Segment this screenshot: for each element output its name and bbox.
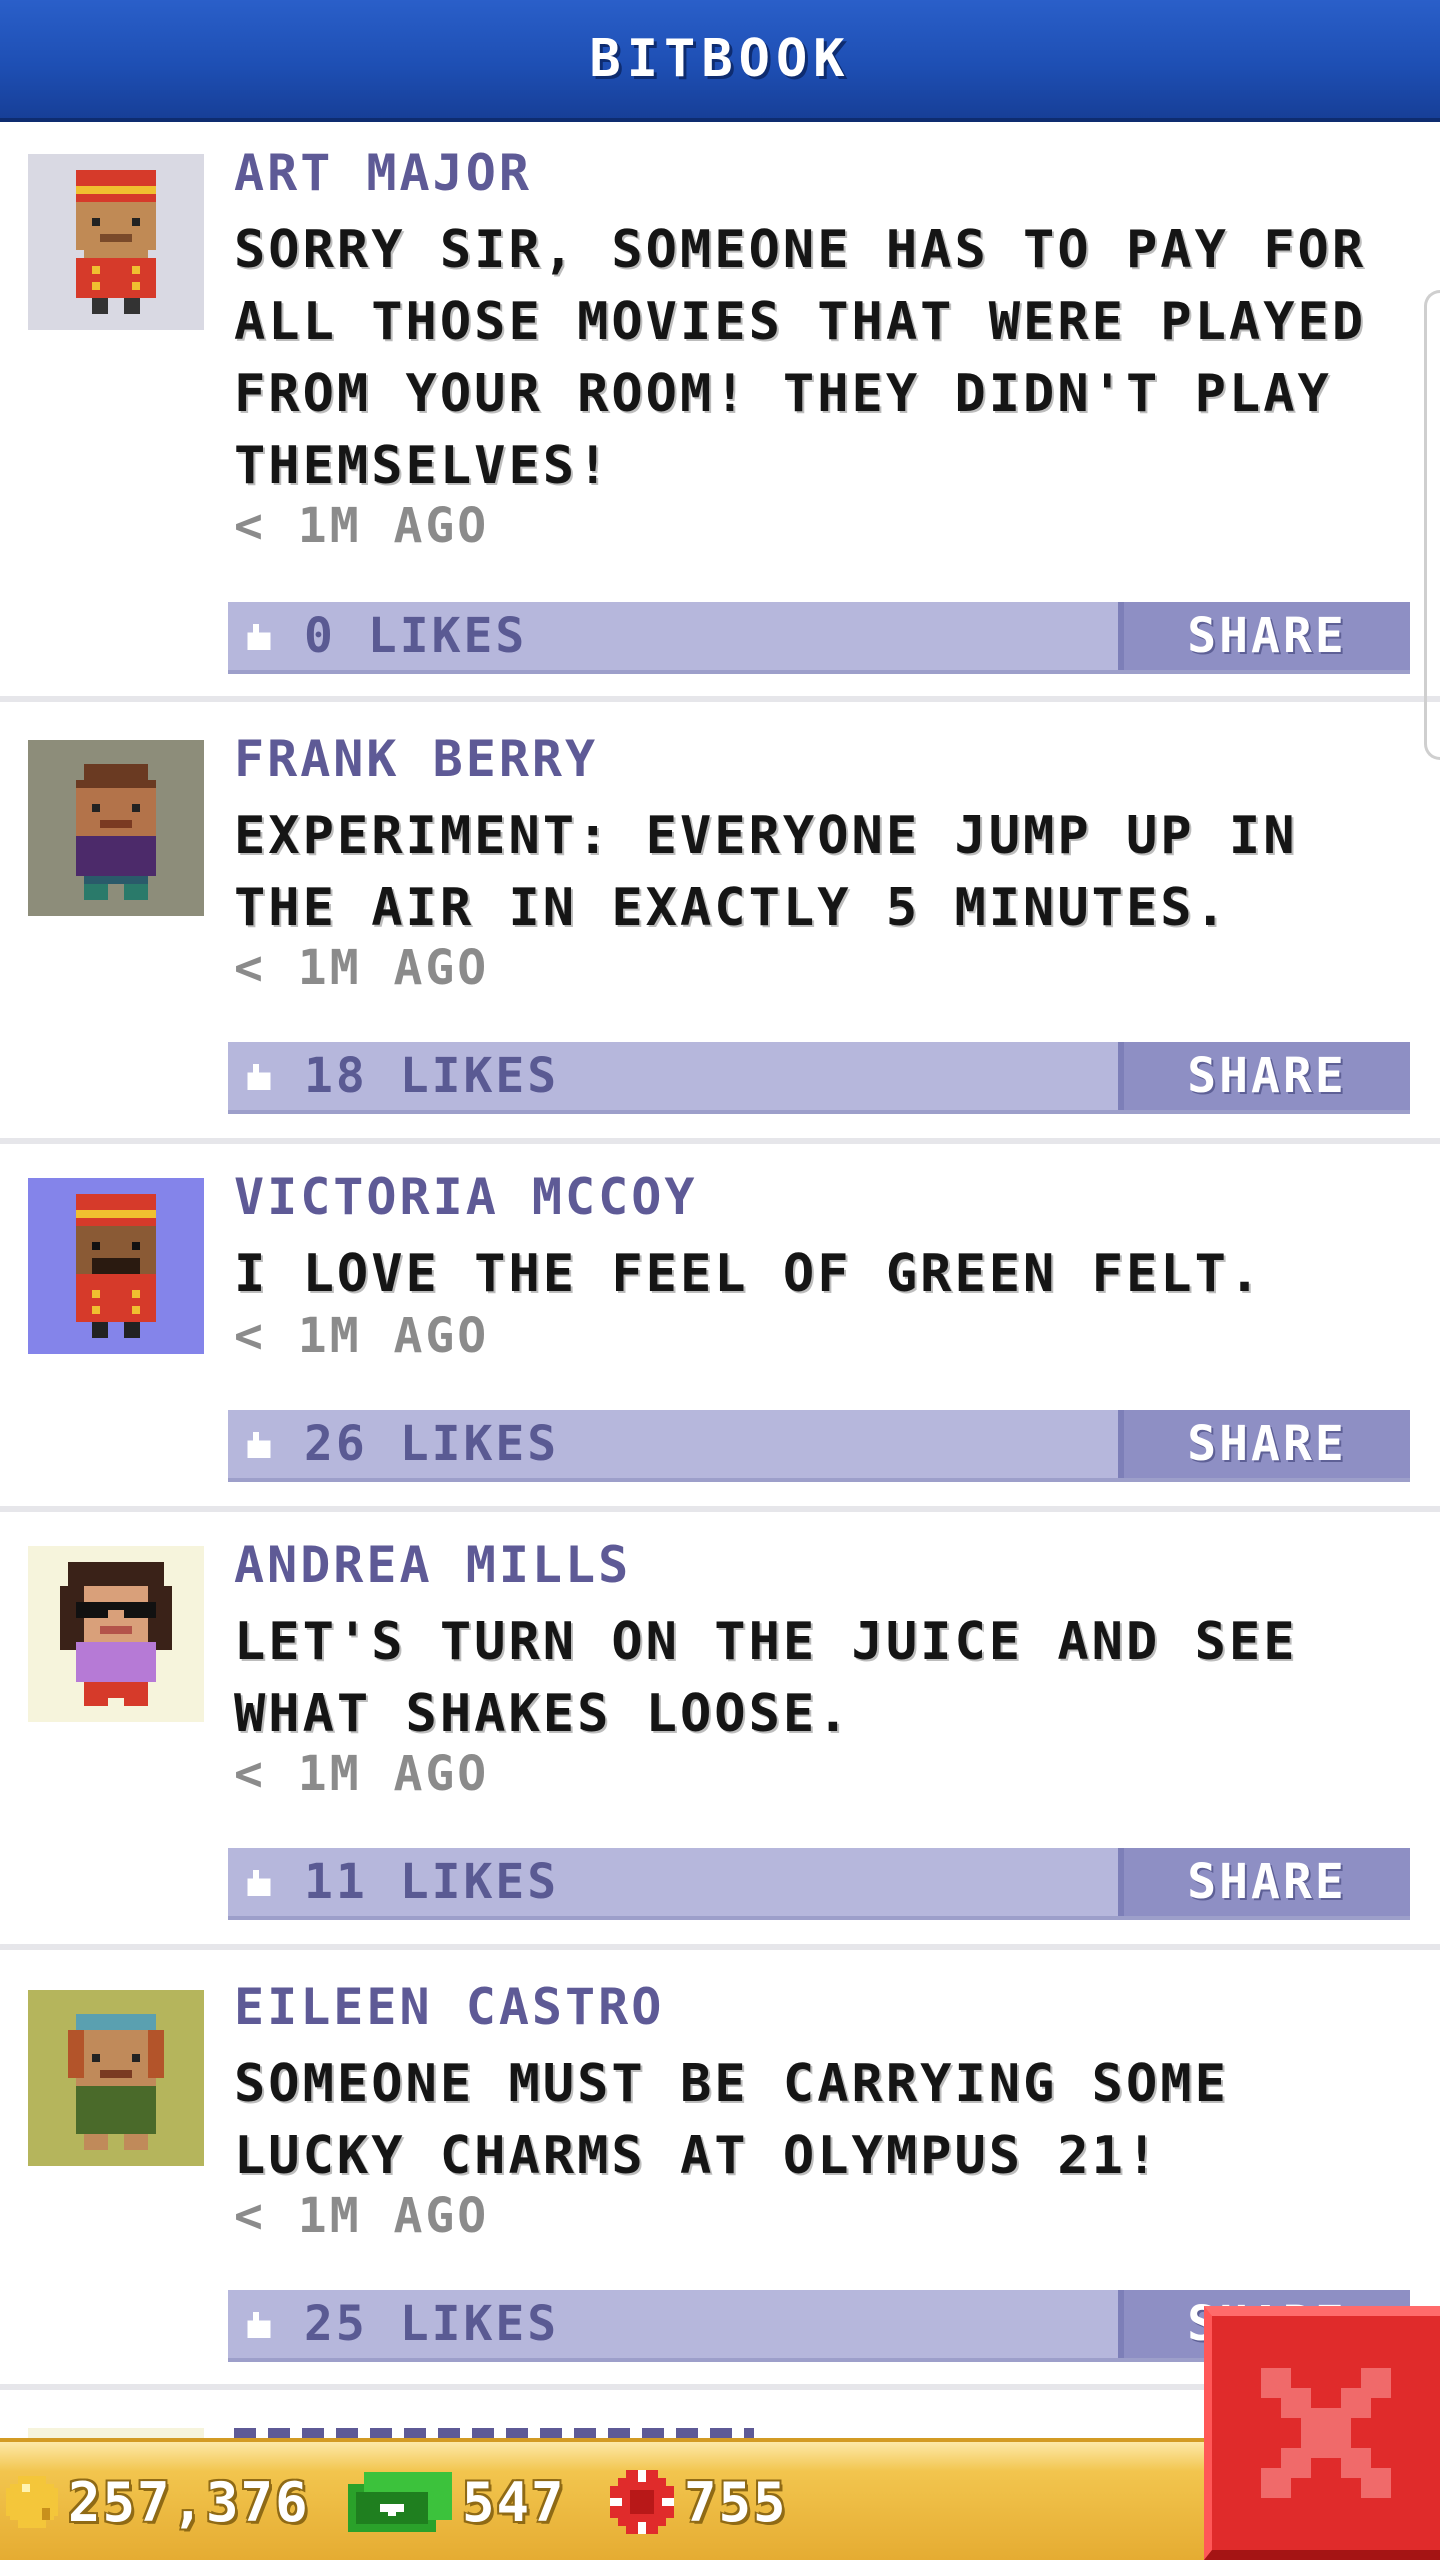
- divider: [0, 1506, 1440, 1512]
- like-bar: 18 LIKES SHARE: [228, 1042, 1410, 1114]
- thumbs-up-icon: [247, 624, 271, 650]
- avatar[interactable]: [28, 1990, 204, 2166]
- divider: [0, 696, 1440, 702]
- feed-post: ART MAJOR SORRY SIR, SOMEONE HAS TO PAY …: [0, 126, 1440, 706]
- like-bar: 11 LIKES SHARE: [228, 1848, 1410, 1920]
- post-author[interactable]: EILEEN CASTRO: [234, 1978, 664, 2036]
- bux-display: 547: [348, 2464, 566, 2540]
- post-time: < 1M AGO: [234, 1308, 490, 1364]
- coins-display: 257,376: [6, 2464, 310, 2540]
- thumbs-up-icon: [247, 1064, 271, 1090]
- avatar[interactable]: [28, 740, 204, 916]
- like-button[interactable]: 11 LIKES: [304, 1854, 559, 1910]
- post-text: I LOVE THE FEEL OF GREEN FELT.: [234, 1244, 1264, 1304]
- post-author[interactable]: FRANK BERRY: [234, 730, 598, 788]
- coin-icon: [6, 2476, 58, 2528]
- post-time: < 1M AGO: [234, 2188, 490, 2244]
- coins-value: 257,376: [68, 2470, 310, 2534]
- bux-value: 547: [462, 2470, 566, 2534]
- feed[interactable]: ART MAJOR SORRY SIR, SOMEONE HAS TO PAY …: [0, 126, 1440, 2426]
- like-bar: 26 LIKES SHARE: [228, 1410, 1410, 1482]
- post-text: LET'S TURN ON THE JUICE AND SEE WHAT SHA…: [234, 1612, 1298, 1744]
- thumbs-up-icon: [247, 2312, 271, 2338]
- share-button[interactable]: SHARE: [1118, 1410, 1410, 1478]
- feed-post: ANDREA MILLS LET'S TURN ON THE JUICE AND…: [0, 1516, 1440, 1956]
- post-time: < 1M AGO: [234, 1746, 490, 1802]
- divider: [0, 1138, 1440, 1144]
- page-title: BITBOOK: [589, 29, 851, 89]
- app-header: BITBOOK: [0, 0, 1440, 122]
- chips-display: 755: [610, 2464, 788, 2540]
- divider: [0, 1944, 1440, 1950]
- post-author: [234, 2428, 754, 2438]
- post-text: SORRY SIR, SOMEONE HAS TO PAY FOR ALL TH…: [234, 220, 1367, 496]
- bux-icon: [348, 2472, 452, 2532]
- close-icon: [1261, 2368, 1391, 2498]
- like-button[interactable]: 0 LIKES: [304, 608, 527, 664]
- share-button[interactable]: SHARE: [1118, 602, 1410, 670]
- avatar[interactable]: [28, 1178, 204, 1354]
- like-button[interactable]: 18 LIKES: [304, 1048, 559, 1104]
- avatar[interactable]: [28, 1546, 204, 1722]
- close-button[interactable]: [1204, 2306, 1440, 2560]
- thumbs-up-icon: [247, 1432, 271, 1458]
- chip-icon: [610, 2470, 674, 2534]
- feed-post: FRANK BERRY EXPERIMENT: EVERYONE JUMP UP…: [0, 706, 1440, 1148]
- avatar[interactable]: [28, 154, 204, 330]
- like-button[interactable]: 25 LIKES: [304, 2296, 559, 2352]
- like-button[interactable]: 26 LIKES: [304, 1416, 559, 1472]
- feed-post: VICTORIA MCCOY I LOVE THE FEEL OF GREEN …: [0, 1148, 1440, 1516]
- share-button[interactable]: SHARE: [1118, 1848, 1410, 1916]
- post-author[interactable]: VICTORIA MCCOY: [234, 1168, 697, 1226]
- thumbs-up-icon: [247, 1870, 271, 1896]
- post-time: < 1M AGO: [234, 498, 490, 554]
- post-author[interactable]: ANDREA MILLS: [234, 1536, 631, 1594]
- scrollbar[interactable]: [1424, 290, 1440, 760]
- share-button[interactable]: SHARE: [1118, 1042, 1410, 1110]
- post-text: SOMEONE MUST BE CARRYING SOME LUCKY CHAR…: [234, 2054, 1229, 2186]
- post-author[interactable]: ART MAJOR: [234, 144, 532, 202]
- like-bar: 0 LIKES SHARE: [228, 602, 1410, 674]
- post-time: < 1M AGO: [234, 940, 490, 996]
- post-text: EXPERIMENT: EVERYONE JUMP UP IN THE AIR …: [234, 806, 1298, 938]
- chips-value: 755: [684, 2470, 788, 2534]
